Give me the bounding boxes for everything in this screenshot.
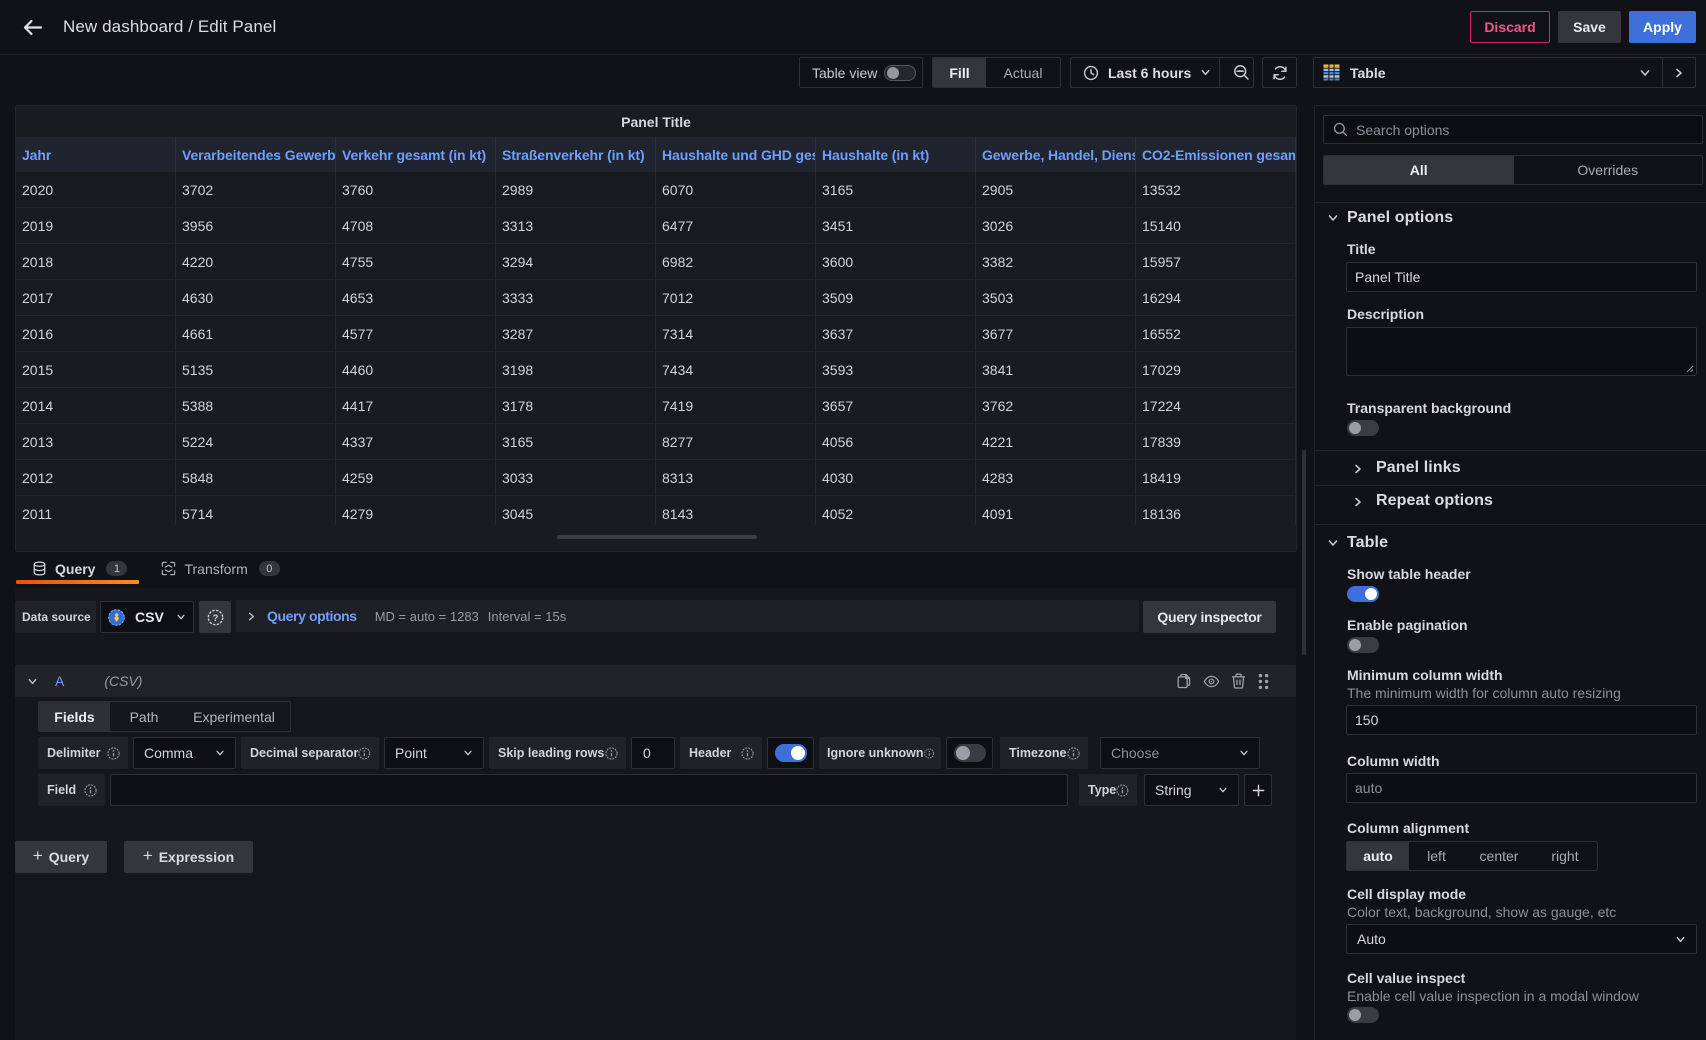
svg-text:?: ? xyxy=(212,613,218,624)
